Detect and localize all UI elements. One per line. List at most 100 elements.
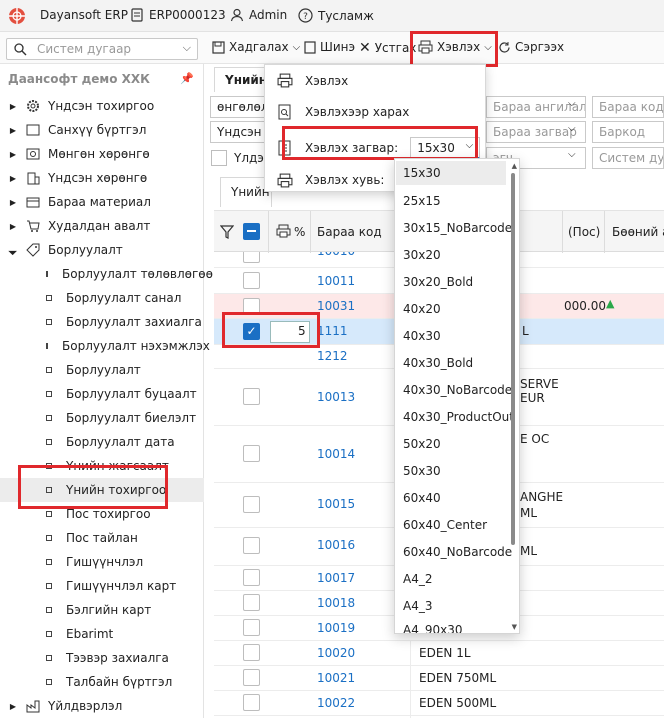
product-code[interactable]: 10016 [317,538,355,552]
chevron-down-icon[interactable]: ⌵ [293,42,301,53]
sidebar-item-finance[interactable]: ▶ Санхүү бүртгэл [0,118,204,142]
row-checkbox[interactable] [243,388,260,405]
tab-main[interactable]: Үнийн [214,67,267,92]
sidebar-item-production[interactable]: ▶ Үйлдвэрлэл [0,694,204,718]
sidebar-subitem[interactable]: Борлуулалт дата [0,430,204,454]
row-checkbox[interactable] [243,594,260,611]
sidebar-subitem[interactable]: Борлуулалт захиалга [0,310,204,334]
product-code[interactable]: 10017 [317,571,355,585]
search-input[interactable]: Систем дугаар ⌵ [6,38,198,60]
sidebar-subitem[interactable]: Ebarimt [0,622,204,646]
template-option[interactable]: 60x40 [403,491,441,505]
template-option[interactable]: 30x20_Bold [403,275,473,289]
template-option[interactable]: A4_3 [403,599,432,613]
sidebar-subitem[interactable]: Борлуулалт [0,358,204,382]
sidebar-subitem[interactable]: Борлуулалт буцаалт [0,382,204,406]
template-option[interactable]: A4_90x30 [403,623,462,633]
sidebar-item-sales[interactable]: ◢ Борлуулалт [0,238,204,262]
product-code[interactable]: 10022 [317,696,355,710]
barcode-filter[interactable]: Баркод [592,121,664,143]
expand-icon[interactable]: ▶ [6,174,20,183]
row-checkbox[interactable] [243,569,260,586]
checkbox-balance[interactable] [211,150,227,166]
refresh-button[interactable]: Сэргээх [498,40,564,54]
sidebar-item-money[interactable]: ▶ Мөнгөн хөрөнгө [0,142,204,166]
sidebar-subitem[interactable]: Гишүүнчлэл [0,550,204,574]
user-menu[interactable]: Admin [230,8,287,22]
product-code[interactable]: 10019 [317,621,355,635]
product-code[interactable]: 1111 [317,324,348,338]
product-code[interactable]: 10031 [317,299,355,313]
product-code[interactable]: 1212 [317,349,348,363]
sidebar-item-purchase[interactable]: ▶ Худалдан авалт [0,214,204,238]
row-checkbox[interactable] [243,252,260,263]
chevron-down-icon[interactable]: ⌵ [568,123,576,134]
row-checkbox[interactable] [243,669,260,686]
table-row[interactable]: 10021 EDEN 750ML [214,666,664,691]
code-header[interactable]: Бараа код [317,225,382,239]
sidebar-subitem[interactable]: Борлуулалт нэхэмжлэх [0,334,210,358]
chevron-down-icon[interactable]: ⌵ [183,41,191,55]
template-option-selected[interactable]: 15x30 [396,161,506,185]
template-option[interactable]: A4_2 [403,572,432,586]
product-code[interactable]: 10010 [317,252,355,258]
sidebar-item-settings[interactable]: ▶ Үндсэн тохиргоо [0,94,204,118]
filter-icon[interactable] [220,225,234,239]
row-checkbox[interactable] [243,619,260,636]
new-button[interactable]: Шинэ [304,40,355,54]
scroll-down-icon[interactable]: ▼ [512,623,517,631]
product-code[interactable]: 10013 [317,390,355,404]
pos-header[interactable]: (Пос) [568,225,600,239]
template-option[interactable]: 25x15 [403,194,441,208]
system-number-filter[interactable]: Систем дугаа [592,147,664,169]
sidebar-subitem[interactable]: Пос тайлан [0,526,204,550]
save-button[interactable]: Хадгалах ⌵ [212,40,300,54]
filter-discount[interactable]: өнгөлөлт [210,96,270,118]
print-menu-item[interactable]: Хэвлэх [277,73,348,88]
filter-main[interactable]: Үндсэн ү [210,121,270,143]
sidebar-subitem[interactable]: Борлуулалт санал [0,286,204,310]
product-code[interactable]: 10014 [317,447,355,461]
product-code-filter[interactable]: Бараа код [592,96,664,118]
template-option[interactable]: 40x30 [403,329,441,343]
sidebar-subitem[interactable]: Гишүүнчлэл карт [0,574,204,598]
dropdown-scrollbar[interactable] [511,173,515,545]
row-checkbox[interactable] [243,644,260,661]
product-code[interactable]: 10018 [317,596,355,610]
chevron-down-icon[interactable]: ⌵ [568,98,576,109]
expand-icon[interactable]: ▶ [6,222,20,231]
collapse-icon[interactable]: ◢ [5,242,21,258]
expand-icon[interactable]: ▶ [6,150,20,159]
percent-header[interactable]: % [294,225,305,239]
sidebar-subitem[interactable]: Талбайн бүртгэл [0,670,204,694]
sidebar-item-inventory[interactable]: ▶ Бараа материал [0,190,204,214]
delete-button[interactable]: ✕ Устгах [359,40,416,56]
product-code[interactable]: 10020 [317,646,355,660]
expand-icon[interactable]: ▶ [6,198,20,207]
template-option[interactable]: 50x20 [403,437,441,451]
template-option[interactable]: 60x40_Center [403,518,487,532]
template-option[interactable]: 40x30_NoBarcode [403,383,512,397]
template-option[interactable]: 50x30 [403,464,441,478]
table-row[interactable]: 10020 EDEN 1L [214,641,664,666]
expand-icon[interactable]: ▶ [6,702,20,711]
row-checkbox[interactable] [243,537,260,554]
template-option[interactable]: 40x20 [403,302,441,316]
pin-icon[interactable]: 📌 [180,72,194,85]
row-checkbox[interactable] [243,272,260,289]
sidebar-item-assets[interactable]: ▶ Үндсэн хөрөнгө [0,166,204,190]
expand-icon[interactable]: ▶ [6,102,20,111]
print-preview-item[interactable]: Хэвлэхээр харах [277,104,409,120]
template-option[interactable]: 40x30_Bold [403,356,473,370]
record-code[interactable]: ERP0000123 [130,8,226,22]
sidebar-subitem[interactable]: Бэлгийн карт [0,598,204,622]
product-code[interactable]: 10011 [317,274,355,288]
expand-icon[interactable]: ▶ [6,126,20,135]
template-option[interactable]: 60x40_NoBarcode [403,545,512,559]
product-code[interactable]: 10021 [317,671,355,685]
row-checkbox[interactable] [243,694,260,711]
template-option[interactable]: 30x20 [403,248,441,262]
table-row[interactable]: 10022 EDEN 500ML [214,691,664,716]
row-checkbox[interactable] [243,445,260,462]
sidebar-subitem[interactable]: Тээвэр захиалга [0,646,204,670]
